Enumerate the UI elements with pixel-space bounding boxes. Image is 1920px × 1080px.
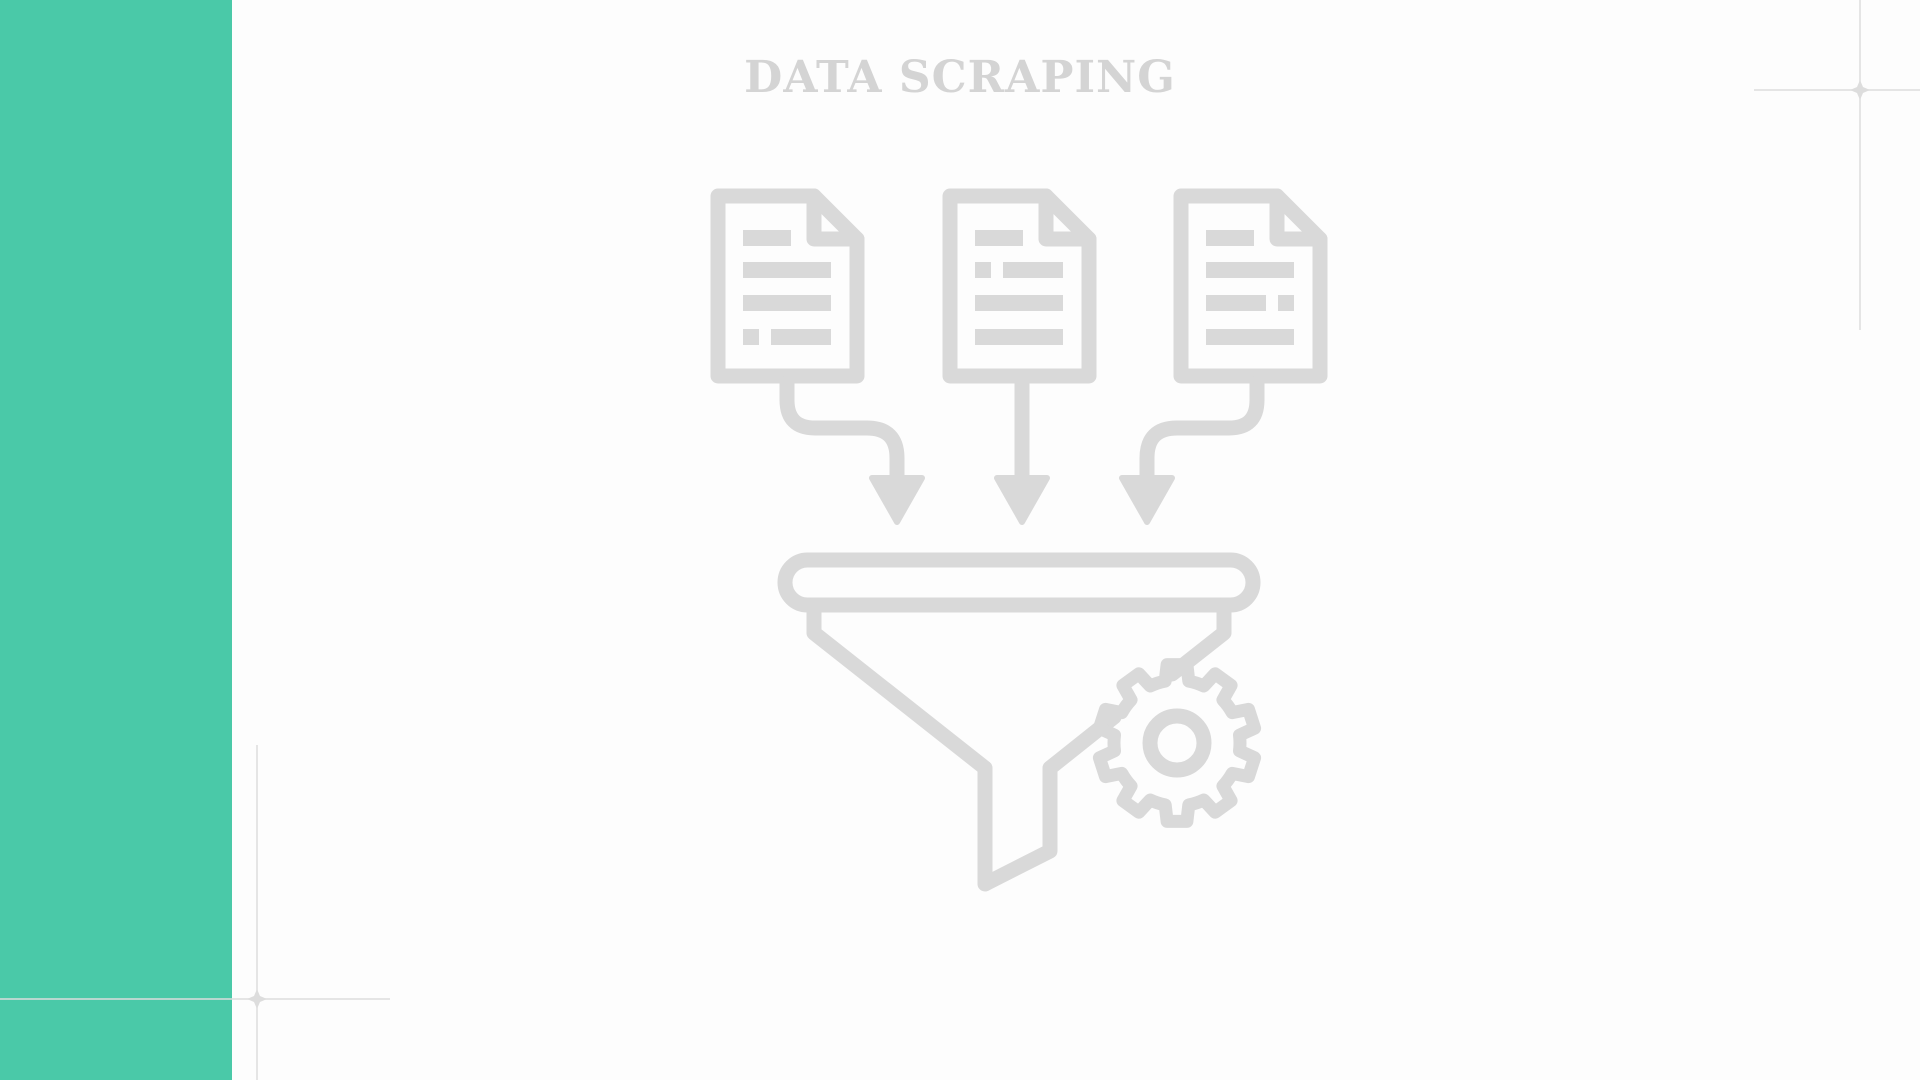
arrow-down-icon — [779, 375, 925, 525]
document-icon — [942, 188, 1097, 384]
document-icon — [710, 188, 865, 384]
arrow-down-icon — [1119, 375, 1265, 525]
slide: DATA SCRAPING — [0, 0, 1920, 1080]
document-icon — [1173, 188, 1328, 384]
gear-icon — [1092, 658, 1262, 828]
arrow-down-icon — [994, 375, 1050, 525]
data-scraping-illustration — [710, 188, 1328, 892]
